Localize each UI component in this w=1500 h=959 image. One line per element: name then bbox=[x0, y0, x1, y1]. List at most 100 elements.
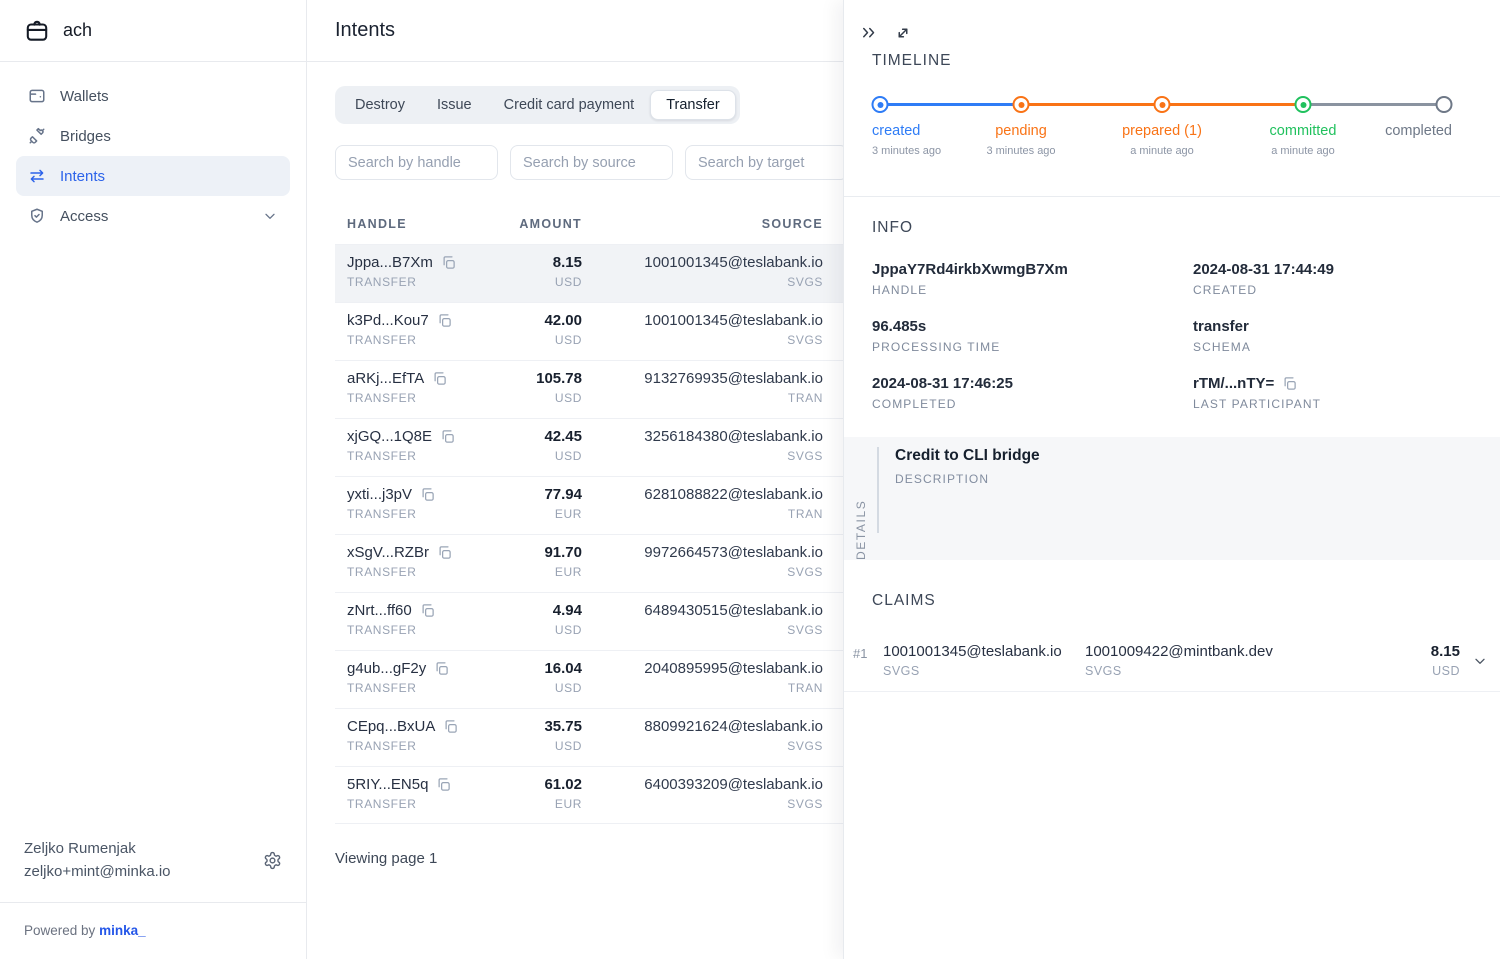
minka-brand-link[interactable]: minka_ bbox=[99, 923, 146, 938]
column-header-handle: HANDLE bbox=[347, 217, 497, 231]
timeline-step-time: 3 minutes ago bbox=[986, 145, 1055, 157]
info-heading: INFO bbox=[872, 219, 1452, 237]
timeline-node-icon bbox=[1013, 96, 1030, 113]
tab-credit-card-payment[interactable]: Credit card payment bbox=[488, 90, 651, 120]
user-block: Zeljko Rumenjak zeljko+mint@minka.io bbox=[0, 824, 306, 902]
table-row[interactable]: zNrt...ff60 TRANSFER bbox=[335, 592, 843, 650]
expand-panel-icon[interactable] bbox=[894, 24, 912, 42]
column-header-source: SOURCE bbox=[582, 217, 823, 231]
table-row[interactable]: aRKj...EfTA TRANSFER bbox=[335, 360, 843, 418]
copy-icon[interactable] bbox=[437, 313, 452, 328]
row-source: 9132769935@teslabank.io bbox=[582, 370, 823, 387]
tab-issue[interactable]: Issue bbox=[421, 90, 488, 120]
row-type: TRANSFER bbox=[347, 797, 497, 811]
info-field: rTM/...nTY= LAST PARTICIPANT bbox=[1193, 375, 1452, 411]
copy-icon[interactable] bbox=[436, 777, 451, 792]
row-handle: xSgV...RZBr bbox=[347, 544, 429, 561]
row-source: 1001001345@teslabank.io bbox=[582, 254, 823, 271]
timeline-segment bbox=[1021, 103, 1162, 106]
row-handle: zNrt...ff60 bbox=[347, 602, 412, 619]
row-source-symbol: TRAN bbox=[582, 507, 823, 521]
gear-icon[interactable] bbox=[263, 851, 282, 870]
row-source: 3256184380@teslabank.io bbox=[582, 428, 823, 445]
sidebar-item-bridges[interactable]: Bridges bbox=[16, 116, 290, 156]
row-type: TRANSFER bbox=[347, 449, 497, 463]
claim-amount: 8.15 bbox=[1431, 643, 1460, 660]
row-handle: g4ub...gF2y bbox=[347, 660, 426, 677]
info-field-label: PROCESSING TIME bbox=[872, 340, 1193, 354]
table-row[interactable]: xSgV...RZBr TRANSFER bbox=[335, 534, 843, 592]
copy-icon[interactable] bbox=[420, 487, 435, 502]
claim-target: 1001009422@mintbank.dev bbox=[1085, 643, 1431, 660]
table-row[interactable]: g4ub...gF2y TRANSFER bbox=[335, 650, 843, 708]
row-source-symbol: SVGS bbox=[582, 449, 823, 463]
info-field-label: CREATED bbox=[1193, 283, 1452, 297]
row-currency: USD bbox=[497, 449, 582, 463]
row-currency: USD bbox=[497, 623, 582, 637]
row-handle: xjGQ...1Q8E bbox=[347, 428, 432, 445]
copy-icon[interactable] bbox=[441, 255, 456, 270]
row-source: 8809921624@teslabank.io bbox=[582, 718, 823, 735]
sidebar-nav: Wallets Bridges bbox=[0, 62, 306, 236]
sidebar-item-access[interactable]: Access bbox=[16, 196, 290, 236]
pagination-status: Viewing page 1 bbox=[335, 850, 843, 867]
row-handle: CEpq...BxUA bbox=[347, 718, 435, 735]
table-row[interactable]: 5RIY...EN5q TRANSFER bbox=[335, 766, 843, 824]
table-row[interactable]: k3Pd...Kou7 TRANSFER bbox=[335, 302, 843, 360]
table-row[interactable]: Jppa...B7Xm TRANSFER bbox=[335, 244, 843, 302]
timeline-node-icon bbox=[1154, 96, 1171, 113]
claims-heading: CLAIMS bbox=[872, 592, 1500, 610]
copy-icon[interactable] bbox=[440, 429, 455, 444]
copy-icon[interactable] bbox=[434, 661, 449, 676]
row-currency: USD bbox=[497, 333, 582, 347]
row-type: TRANSFER bbox=[347, 623, 497, 637]
table-header: HANDLE AMOUNT SOURCE bbox=[335, 205, 843, 244]
row-source-symbol: SVGS bbox=[582, 797, 823, 811]
info-field: JppaY7Rd4irkbXwmgB7Xm HANDLE bbox=[872, 261, 1193, 297]
chevron-down-icon bbox=[262, 208, 278, 224]
copy-icon[interactable] bbox=[432, 371, 447, 386]
sidebar-item-wallets[interactable]: Wallets bbox=[16, 76, 290, 116]
collapse-panel-icon[interactable] bbox=[860, 24, 878, 42]
row-currency: USD bbox=[497, 681, 582, 695]
search-input-target[interactable] bbox=[685, 145, 843, 180]
row-handle: k3Pd...Kou7 bbox=[347, 312, 429, 329]
copy-icon[interactable] bbox=[437, 545, 452, 560]
table-row[interactable]: xjGQ...1Q8E TRANSFER bbox=[335, 418, 843, 476]
details-description-label: DESCRIPTION bbox=[895, 472, 1040, 486]
info-field: 96.485s PROCESSING TIME bbox=[872, 318, 1193, 354]
timeline-step-label: pending bbox=[986, 123, 1055, 139]
timeline-section: TIMELINE bbox=[844, 52, 1500, 182]
info-field-label: HANDLE bbox=[872, 283, 1193, 297]
sidebar-spacer bbox=[0, 236, 306, 824]
timeline-segment bbox=[1303, 103, 1444, 106]
tab-transfer[interactable]: Transfer bbox=[650, 90, 735, 120]
search-input-handle[interactable] bbox=[335, 145, 498, 180]
panel-toolbar bbox=[844, 0, 1500, 52]
timeline: created 3 minutes ago pending 3 minutes … bbox=[872, 96, 1452, 182]
chevron-down-icon[interactable] bbox=[1472, 653, 1488, 669]
search-row bbox=[335, 145, 843, 180]
tab-destroy[interactable]: Destroy bbox=[339, 90, 421, 120]
row-amount: 61.02 bbox=[497, 776, 582, 793]
row-amount: 42.45 bbox=[497, 428, 582, 445]
row-amount: 42.00 bbox=[497, 312, 582, 329]
row-amount: 16.04 bbox=[497, 660, 582, 677]
table-row[interactable]: yxti...j3pV TRANSFER bbox=[335, 476, 843, 534]
brand-wallet-icon bbox=[24, 18, 50, 44]
row-type: TRANSFER bbox=[347, 739, 497, 753]
row-type: TRANSFER bbox=[347, 565, 497, 579]
sidebar-item-label: Wallets bbox=[60, 88, 109, 105]
claim-row[interactable]: #1 1001001345@teslabank.io SVGS 10010094… bbox=[844, 630, 1500, 692]
row-source: 1001001345@teslabank.io bbox=[582, 312, 823, 329]
search-input-source[interactable] bbox=[510, 145, 673, 180]
table-row[interactable]: CEpq...BxUA TRANSFER bbox=[335, 708, 843, 766]
claim-currency: USD bbox=[1431, 664, 1460, 678]
row-currency: USD bbox=[497, 391, 582, 405]
row-currency: EUR bbox=[497, 507, 582, 521]
sidebar-item-intents[interactable]: Intents bbox=[16, 156, 290, 196]
copy-icon[interactable] bbox=[443, 719, 458, 734]
copy-icon[interactable] bbox=[420, 603, 435, 618]
details-tab[interactable]: DETAILS bbox=[844, 437, 877, 560]
copy-icon[interactable] bbox=[1282, 376, 1297, 391]
